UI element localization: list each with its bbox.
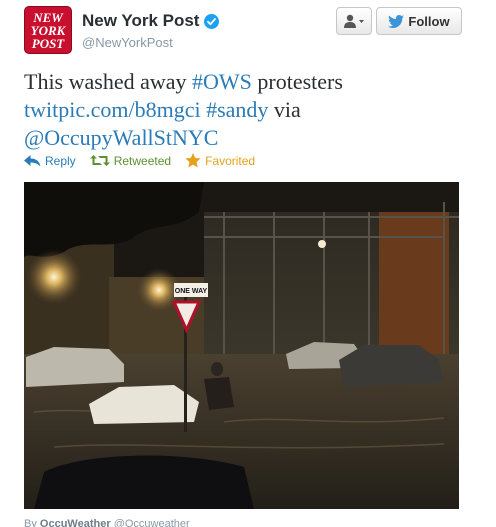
follow-button[interactable]: Follow [376, 7, 462, 35]
mention-occupywallstnyc[interactable]: @OccupyWallStNYC [24, 125, 218, 150]
tweet-actions: Reply Retweeted Favorited [24, 153, 269, 168]
one-way-sign-text: ONE WAY [175, 288, 208, 295]
account-handle[interactable]: @NewYorkPost [82, 35, 173, 50]
reply-action[interactable]: Reply [24, 154, 76, 168]
flood-photo: ONE WAY [24, 182, 459, 509]
twitpic-link[interactable]: twitpic.com/b8mgci [24, 97, 201, 122]
credit-handle[interactable]: @Occuweather [114, 518, 190, 527]
tweet-text: This washed away #OWS protesters twitpic… [24, 68, 484, 152]
user-actions-button[interactable] [336, 7, 372, 35]
retweeted-action[interactable]: Retweeted [89, 153, 172, 168]
star-icon [185, 153, 201, 168]
car-left [26, 347, 124, 387]
user-dropdown-icon [344, 14, 364, 28]
favorited-action[interactable]: Favorited [185, 153, 255, 168]
account-name-row[interactable]: New York Post [82, 11, 220, 31]
bird-icon [388, 14, 405, 28]
brick-wall [379, 212, 449, 362]
tweet-text-segment: via [268, 97, 301, 122]
credit-by: By [24, 518, 37, 527]
credit-author[interactable]: OccuWeather [40, 518, 111, 527]
small-light [318, 240, 326, 248]
tweet-photo[interactable]: ONE WAY [24, 182, 459, 509]
street-light-glow [26, 249, 82, 305]
verified-badge-icon [204, 13, 220, 29]
retweet-icon [89, 155, 110, 166]
logo-text-post: POST [32, 36, 66, 51]
tweet-text-segment: This washed away [24, 69, 193, 94]
photo-credit: By OccuWeather @Occuweather [24, 518, 190, 527]
tweet-text-segment: protesters [251, 69, 343, 94]
retweeted-label: Retweeted [113, 153, 172, 168]
account-name[interactable]: New York Post [82, 11, 199, 31]
hashtag-sandy[interactable]: #sandy [206, 97, 268, 122]
new-york-post-logo[interactable]: NEW YORK POST [24, 6, 72, 54]
follow-label: Follow [408, 13, 450, 29]
favorited-label: Favorited [205, 153, 256, 168]
logo-wordmark: NEW YORK POST [31, 10, 67, 51]
hashtag-ows[interactable]: #OWS [192, 69, 252, 94]
person-head [211, 362, 223, 376]
reply-arrow-icon [24, 154, 41, 166]
person-body [204, 377, 234, 410]
reply-label: Reply [45, 153, 76, 168]
